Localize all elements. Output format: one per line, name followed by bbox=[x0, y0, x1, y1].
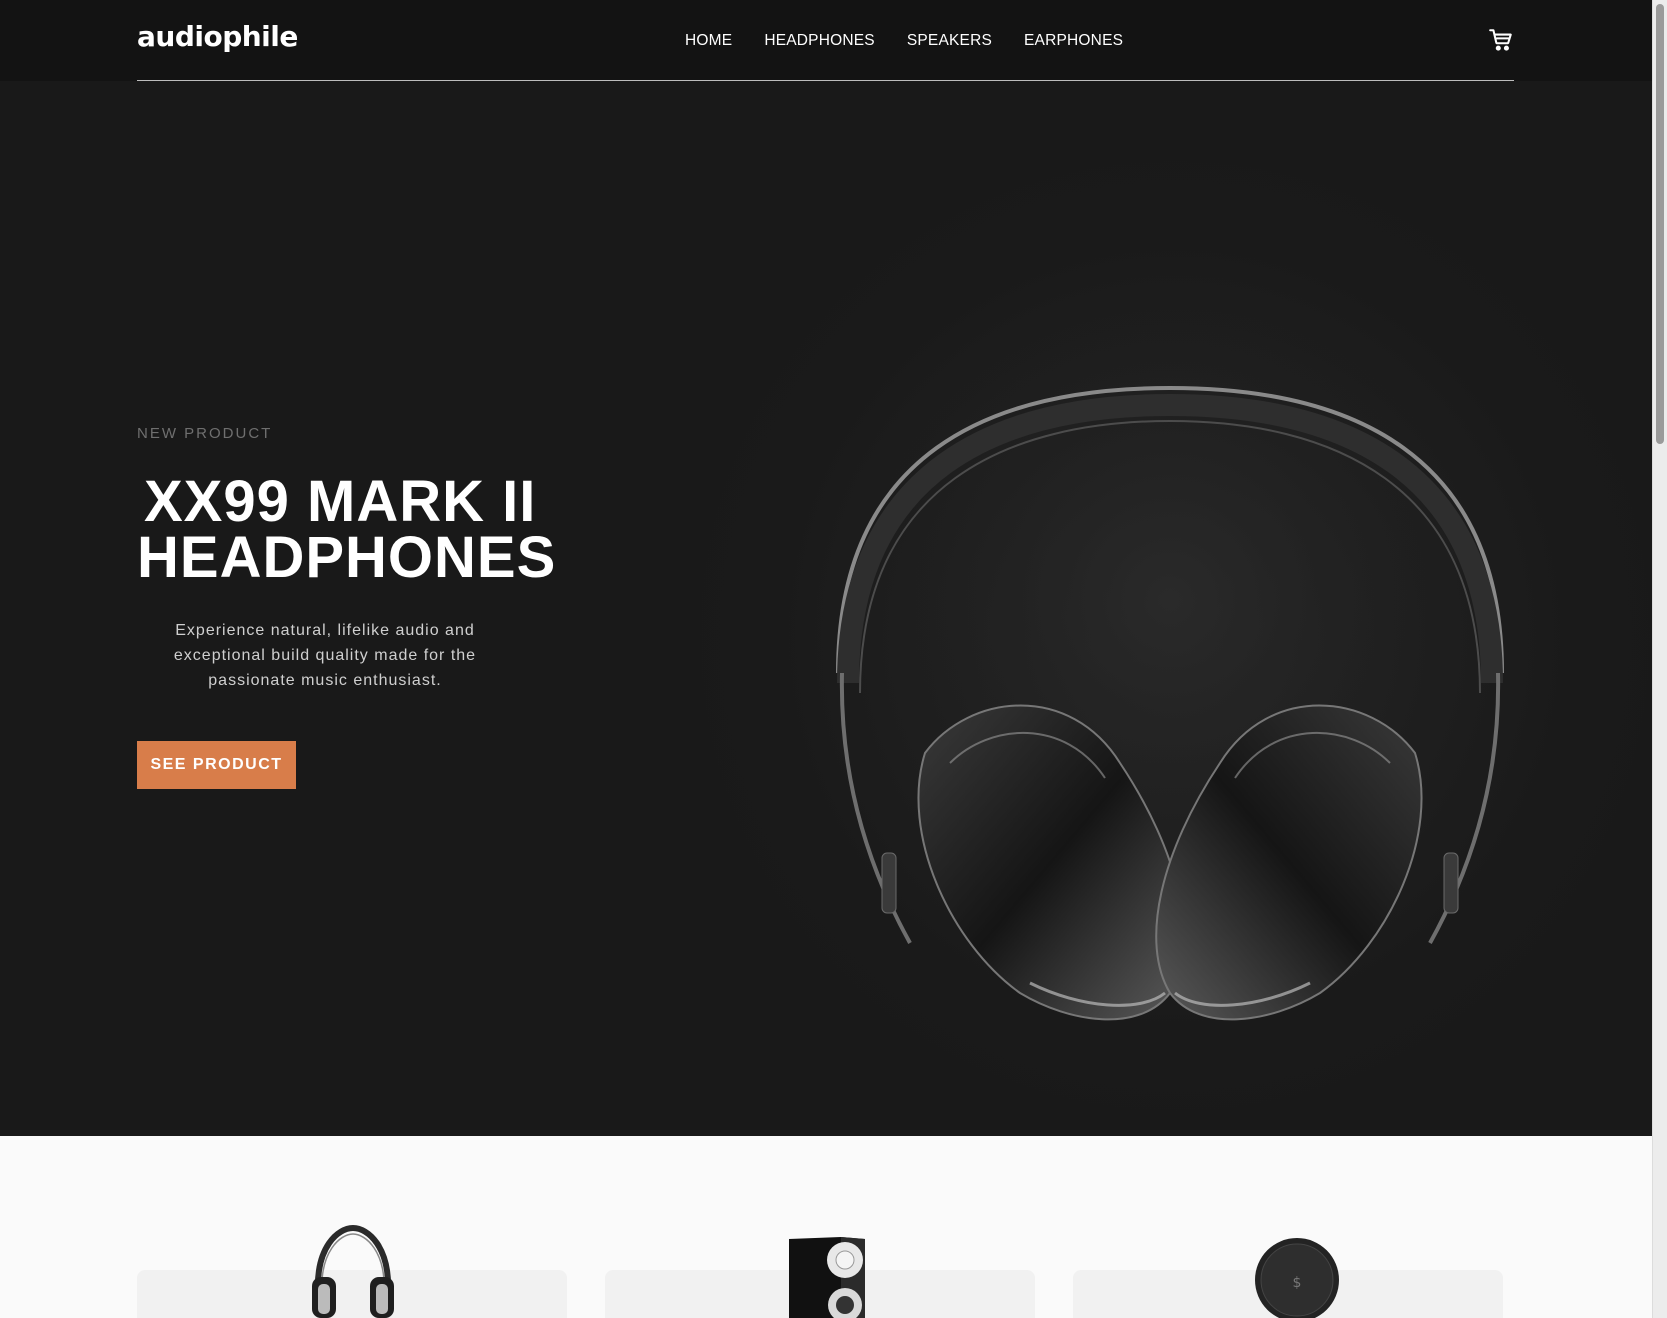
main-nav: HOME HEADPHONES SPEAKERS EARPHONES bbox=[685, 32, 1123, 50]
headphones-icon bbox=[308, 1222, 398, 1318]
cart-icon[interactable] bbox=[1488, 27, 1514, 53]
see-product-button[interactable]: SEE PRODUCT bbox=[137, 741, 296, 789]
page-scrollbar[interactable] bbox=[1652, 0, 1667, 1318]
headphones-icon bbox=[820, 293, 1520, 1033]
hero-section: NEW PRODUCT XX99 MARK II HEADPHONES Expe… bbox=[0, 81, 1652, 1136]
nav-headphones[interactable]: HEADPHONES bbox=[764, 32, 875, 50]
nav-home[interactable]: HOME bbox=[685, 32, 732, 50]
hero-title-line1: XX99 MARK II bbox=[144, 469, 537, 534]
speaker-icon bbox=[785, 1235, 869, 1318]
logo[interactable]: audiophile bbox=[137, 20, 298, 53]
header-inner: audiophile HOME HEADPHONES SPEAKERS EARP… bbox=[137, 0, 1514, 81]
earphones-icon: $ bbox=[1254, 1237, 1340, 1318]
hero-description: Experience natural, lifelike audio and e… bbox=[173, 622, 477, 689]
scrollbar-thumb[interactable] bbox=[1656, 4, 1664, 444]
hero-title-line2: HEADPHONES bbox=[137, 525, 557, 590]
svg-text:$: $ bbox=[1293, 1275, 1302, 1291]
page: audiophile HOME HEADPHONES SPEAKERS EARP… bbox=[0, 0, 1652, 1318]
hero-title: XX99 MARK II HEADPHONES bbox=[137, 469, 556, 587]
site-header: audiophile HOME HEADPHONES SPEAKERS EARP… bbox=[0, 0, 1652, 81]
nav-earphones[interactable]: EARPHONES bbox=[1024, 32, 1123, 50]
nav-speakers[interactable]: SPEAKERS bbox=[907, 32, 992, 50]
hero-eyebrow: NEW PRODUCT bbox=[137, 425, 273, 442]
